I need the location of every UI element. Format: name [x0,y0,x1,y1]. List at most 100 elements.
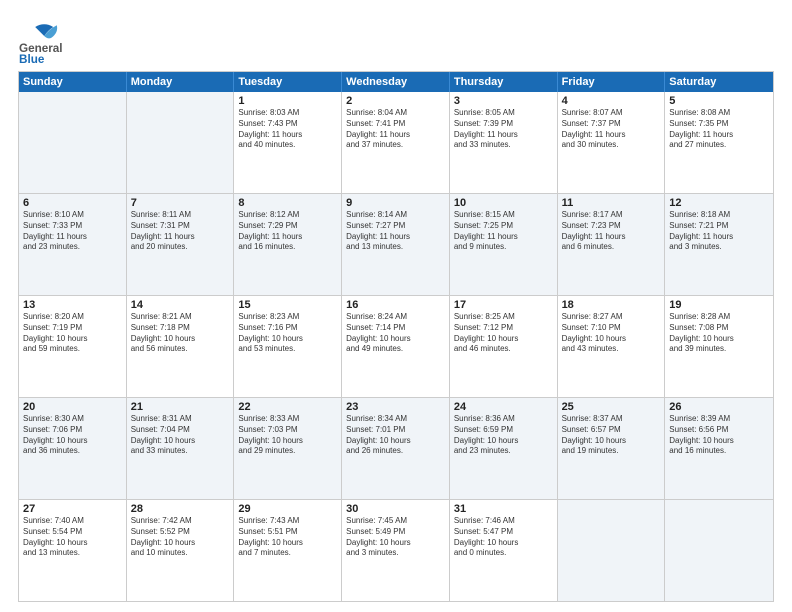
calendar-cell: 14Sunrise: 8:21 AM Sunset: 7:18 PM Dayli… [127,296,235,397]
calendar-cell: 18Sunrise: 8:27 AM Sunset: 7:10 PM Dayli… [558,296,666,397]
header-thursday: Thursday [450,72,558,92]
calendar-body: 1Sunrise: 8:03 AM Sunset: 7:43 PM Daylig… [19,92,773,601]
cell-info: Sunrise: 8:25 AM Sunset: 7:12 PM Dayligh… [454,312,553,355]
day-number: 13 [23,299,122,311]
cell-info: Sunrise: 8:36 AM Sunset: 6:59 PM Dayligh… [454,414,553,457]
calendar-cell: 4Sunrise: 8:07 AM Sunset: 7:37 PM Daylig… [558,92,666,193]
day-number: 16 [346,299,445,311]
calendar-cell: 17Sunrise: 8:25 AM Sunset: 7:12 PM Dayli… [450,296,558,397]
day-number: 14 [131,299,230,311]
svg-text:Blue: Blue [19,53,45,63]
cell-info: Sunrise: 8:10 AM Sunset: 7:33 PM Dayligh… [23,210,122,253]
cell-info: Sunrise: 8:17 AM Sunset: 7:23 PM Dayligh… [562,210,661,253]
cell-info: Sunrise: 7:46 AM Sunset: 5:47 PM Dayligh… [454,516,553,559]
page: General Blue Sunday Monday Tuesday Wedne… [0,0,792,612]
calendar-row: 20Sunrise: 8:30 AM Sunset: 7:06 PM Dayli… [19,397,773,499]
calendar-cell: 29Sunrise: 7:43 AM Sunset: 5:51 PM Dayli… [234,500,342,601]
day-number: 8 [238,197,337,209]
calendar-cell: 30Sunrise: 7:45 AM Sunset: 5:49 PM Dayli… [342,500,450,601]
calendar-cell: 1Sunrise: 8:03 AM Sunset: 7:43 PM Daylig… [234,92,342,193]
calendar-row: 1Sunrise: 8:03 AM Sunset: 7:43 PM Daylig… [19,92,773,193]
calendar-cell: 27Sunrise: 7:40 AM Sunset: 5:54 PM Dayli… [19,500,127,601]
day-number: 9 [346,197,445,209]
calendar-cell: 8Sunrise: 8:12 AM Sunset: 7:29 PM Daylig… [234,194,342,295]
header-wednesday: Wednesday [342,72,450,92]
calendar-cell: 31Sunrise: 7:46 AM Sunset: 5:47 PM Dayli… [450,500,558,601]
cell-info: Sunrise: 8:28 AM Sunset: 7:08 PM Dayligh… [669,312,769,355]
header-friday: Friday [558,72,666,92]
calendar-cell [558,500,666,601]
calendar-cell: 6Sunrise: 8:10 AM Sunset: 7:33 PM Daylig… [19,194,127,295]
day-number: 31 [454,503,553,515]
cell-info: Sunrise: 8:04 AM Sunset: 7:41 PM Dayligh… [346,108,445,151]
header-sunday: Sunday [19,72,127,92]
calendar-cell: 2Sunrise: 8:04 AM Sunset: 7:41 PM Daylig… [342,92,450,193]
calendar-row: 6Sunrise: 8:10 AM Sunset: 7:33 PM Daylig… [19,193,773,295]
day-number: 19 [669,299,769,311]
cell-info: Sunrise: 7:40 AM Sunset: 5:54 PM Dayligh… [23,516,122,559]
day-number: 23 [346,401,445,413]
calendar-cell: 15Sunrise: 8:23 AM Sunset: 7:16 PM Dayli… [234,296,342,397]
calendar-cell: 10Sunrise: 8:15 AM Sunset: 7:25 PM Dayli… [450,194,558,295]
calendar-cell: 9Sunrise: 8:14 AM Sunset: 7:27 PM Daylig… [342,194,450,295]
header-tuesday: Tuesday [234,72,342,92]
day-number: 2 [346,95,445,107]
day-number: 6 [23,197,122,209]
day-number: 12 [669,197,769,209]
logo: General Blue [18,18,128,63]
calendar-cell [665,500,773,601]
calendar-cell: 16Sunrise: 8:24 AM Sunset: 7:14 PM Dayli… [342,296,450,397]
cell-info: Sunrise: 8:14 AM Sunset: 7:27 PM Dayligh… [346,210,445,253]
day-number: 17 [454,299,553,311]
day-number: 4 [562,95,661,107]
day-number: 1 [238,95,337,107]
calendar-cell: 21Sunrise: 8:31 AM Sunset: 7:04 PM Dayli… [127,398,235,499]
calendar-cell: 3Sunrise: 8:05 AM Sunset: 7:39 PM Daylig… [450,92,558,193]
cell-info: Sunrise: 8:24 AM Sunset: 7:14 PM Dayligh… [346,312,445,355]
cell-info: Sunrise: 8:34 AM Sunset: 7:01 PM Dayligh… [346,414,445,457]
calendar-cell [19,92,127,193]
day-number: 22 [238,401,337,413]
calendar-row: 13Sunrise: 8:20 AM Sunset: 7:19 PM Dayli… [19,295,773,397]
calendar-cell: 23Sunrise: 8:34 AM Sunset: 7:01 PM Dayli… [342,398,450,499]
calendar-cell: 28Sunrise: 7:42 AM Sunset: 5:52 PM Dayli… [127,500,235,601]
day-number: 27 [23,503,122,515]
calendar-cell: 5Sunrise: 8:08 AM Sunset: 7:35 PM Daylig… [665,92,773,193]
calendar-cell: 26Sunrise: 8:39 AM Sunset: 6:56 PM Dayli… [665,398,773,499]
cell-info: Sunrise: 8:27 AM Sunset: 7:10 PM Dayligh… [562,312,661,355]
day-number: 24 [454,401,553,413]
cell-info: Sunrise: 8:08 AM Sunset: 7:35 PM Dayligh… [669,108,769,151]
cell-info: Sunrise: 8:15 AM Sunset: 7:25 PM Dayligh… [454,210,553,253]
day-number: 30 [346,503,445,515]
day-number: 10 [454,197,553,209]
cell-info: Sunrise: 8:30 AM Sunset: 7:06 PM Dayligh… [23,414,122,457]
cell-info: Sunrise: 8:03 AM Sunset: 7:43 PM Dayligh… [238,108,337,151]
calendar: Sunday Monday Tuesday Wednesday Thursday… [18,71,774,602]
cell-info: Sunrise: 8:21 AM Sunset: 7:18 PM Dayligh… [131,312,230,355]
cell-info: Sunrise: 7:43 AM Sunset: 5:51 PM Dayligh… [238,516,337,559]
calendar-row: 27Sunrise: 7:40 AM Sunset: 5:54 PM Dayli… [19,499,773,601]
day-number: 20 [23,401,122,413]
cell-info: Sunrise: 8:07 AM Sunset: 7:37 PM Dayligh… [562,108,661,151]
cell-info: Sunrise: 8:37 AM Sunset: 6:57 PM Dayligh… [562,414,661,457]
header: General Blue [18,18,774,63]
header-saturday: Saturday [665,72,773,92]
calendar-cell: 25Sunrise: 8:37 AM Sunset: 6:57 PM Dayli… [558,398,666,499]
calendar-cell: 12Sunrise: 8:18 AM Sunset: 7:21 PM Dayli… [665,194,773,295]
calendar-cell [127,92,235,193]
calendar-cell: 13Sunrise: 8:20 AM Sunset: 7:19 PM Dayli… [19,296,127,397]
cell-info: Sunrise: 8:39 AM Sunset: 6:56 PM Dayligh… [669,414,769,457]
day-number: 25 [562,401,661,413]
day-number: 28 [131,503,230,515]
cell-info: Sunrise: 8:18 AM Sunset: 7:21 PM Dayligh… [669,210,769,253]
cell-info: Sunrise: 8:23 AM Sunset: 7:16 PM Dayligh… [238,312,337,355]
cell-info: Sunrise: 7:42 AM Sunset: 5:52 PM Dayligh… [131,516,230,559]
cell-info: Sunrise: 8:31 AM Sunset: 7:04 PM Dayligh… [131,414,230,457]
day-number: 29 [238,503,337,515]
day-number: 5 [669,95,769,107]
header-monday: Monday [127,72,235,92]
cell-info: Sunrise: 8:33 AM Sunset: 7:03 PM Dayligh… [238,414,337,457]
day-number: 21 [131,401,230,413]
day-number: 26 [669,401,769,413]
calendar-cell: 19Sunrise: 8:28 AM Sunset: 7:08 PM Dayli… [665,296,773,397]
